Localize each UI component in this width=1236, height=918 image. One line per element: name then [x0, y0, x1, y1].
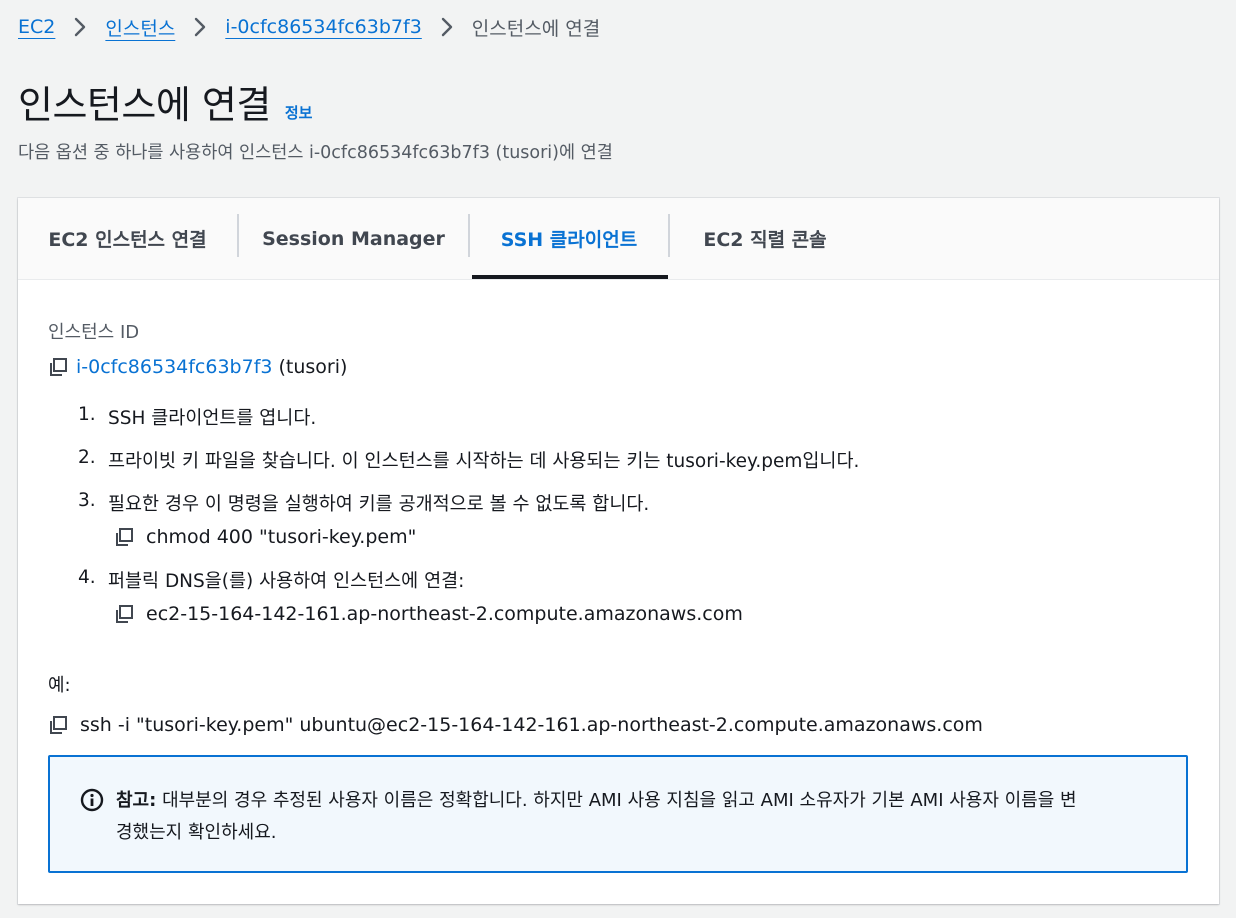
example-command-row: ssh -i "tusori-key.pem" ubuntu@ec2-15-16…: [48, 714, 1189, 736]
tab-ec2-serial-console[interactable]: EC2 직렬 콘솔: [670, 198, 860, 279]
step-number: 3.: [78, 490, 96, 511]
page-header: 인스턴스에 연결 정보: [18, 74, 312, 129]
note-line-1: 대부분의 경우 추정된 사용자 이름은 정확합니다. 하지만 AMI 사용 지침…: [162, 790, 1077, 811]
breadcrumb-current: 인스턴스에 연결: [471, 17, 601, 40]
info-icon: [80, 788, 104, 812]
list-item: 1. SSH 클라이언트를 엽니다.: [78, 404, 1189, 430]
breadcrumb-ec2[interactable]: EC2: [18, 16, 55, 38]
step-text: 퍼블릭 DNS을(를) 사용하여 인스턴스에 연결:: [108, 571, 465, 592]
note-text: 참고: 대부분의 경우 추정된 사용자 이름은 정확합니다. 하지만 AMI 사…: [116, 785, 1077, 871]
note-title: 참고:: [116, 790, 157, 811]
chevron-right-icon: [441, 17, 453, 37]
note-line-2: 경했는지 확인하세요.: [116, 822, 277, 843]
step-body: 필요한 경우 이 명령을 실행하여 키를 공개적으로 볼 수 없도록 합니다. …: [108, 490, 1189, 548]
step-number: 4.: [78, 567, 96, 588]
step-text: SSH 클라이언트를 엽니다.: [108, 408, 317, 429]
info-link[interactable]: 정보: [285, 102, 313, 123]
dns-command-row: ec2-15-164-142-161.ap-northeast-2.comput…: [114, 603, 1189, 625]
instance-id-link[interactable]: i-0cfc86534fc63b7f3: [76, 356, 273, 378]
list-item: 4. 퍼블릭 DNS을(를) 사용하여 인스턴스에 연결: ec2-15-164…: [78, 567, 1189, 625]
example-label: 예:: [48, 675, 71, 696]
public-dns: ec2-15-164-142-161.ap-northeast-2.comput…: [146, 603, 743, 625]
breadcrumb: EC2 인스턴스 i-0cfc86534fc63b7f3 인스턴스에 연결: [18, 12, 600, 42]
breadcrumb-instance-id[interactable]: i-0cfc86534fc63b7f3: [225, 16, 422, 38]
tab-ec2-instance-connect[interactable]: EC2 인스턴스 연결: [18, 198, 237, 279]
page-title: 인스턴스에 연결: [18, 83, 271, 127]
instance-name: (tusori): [278, 356, 348, 378]
copy-icon[interactable]: [48, 357, 68, 377]
instance-id-label: 인스턴스 ID: [48, 322, 140, 343]
copy-icon[interactable]: [114, 527, 134, 547]
step-number: 2.: [78, 447, 96, 468]
list-item: 3. 필요한 경우 이 명령을 실행하여 키를 공개적으로 볼 수 없도록 합니…: [78, 490, 1189, 548]
chevron-right-icon: [74, 17, 86, 37]
breadcrumb-instances[interactable]: 인스턴스: [105, 14, 175, 41]
chmod-command-row: chmod 400 "tusori-key.pem": [114, 526, 1189, 548]
copy-icon[interactable]: [48, 715, 68, 735]
step-text: 필요한 경우 이 명령을 실행하여 키를 공개적으로 볼 수 없도록 합니다.: [108, 494, 650, 515]
tab-ssh-client[interactable]: SSH 클라이언트: [470, 198, 668, 279]
page-description: 다음 옵션 중 하나를 사용하여 인스턴스 i-0cfc86534fc63b7f…: [18, 143, 613, 163]
step-number: 1.: [78, 404, 96, 425]
example-command: ssh -i "tusori-key.pem" ubuntu@ec2-15-16…: [80, 714, 983, 736]
list-item: 2. 프라이빗 키 파일을 찾습니다. 이 인스턴스를 시작하는 데 사용되는 …: [78, 447, 1189, 473]
tab-session-manager[interactable]: Session Manager: [239, 198, 468, 279]
connect-panel: EC2 인스턴스 연결 Session Manager SSH 클라이언트 EC…: [18, 198, 1219, 904]
chevron-right-icon: [194, 17, 206, 37]
copy-icon[interactable]: [114, 604, 134, 624]
instructions-list: 1. SSH 클라이언트를 엽니다. 2. 프라이빗 키 파일을 찾습니다. 이…: [48, 404, 1189, 625]
step-body: 퍼블릭 DNS을(를) 사용하여 인스턴스에 연결: ec2-15-164-14…: [108, 567, 1189, 625]
tab-content: 인스턴스 ID i-0cfc86534fc63b7f3 (tusori) 1. …: [48, 318, 1189, 736]
note-alert: 참고: 대부분의 경우 추정된 사용자 이름은 정확합니다. 하지만 AMI 사…: [48, 755, 1188, 873]
instance-id-row: i-0cfc86534fc63b7f3 (tusori): [48, 356, 1189, 378]
tab-bar: EC2 인스턴스 연결 Session Manager SSH 클라이언트 EC…: [18, 198, 1219, 280]
chmod-command: chmod 400 "tusori-key.pem": [146, 526, 417, 548]
step-text: 프라이빗 키 파일을 찾습니다. 이 인스턴스를 시작하는 데 사용되는 키는 …: [108, 451, 860, 472]
